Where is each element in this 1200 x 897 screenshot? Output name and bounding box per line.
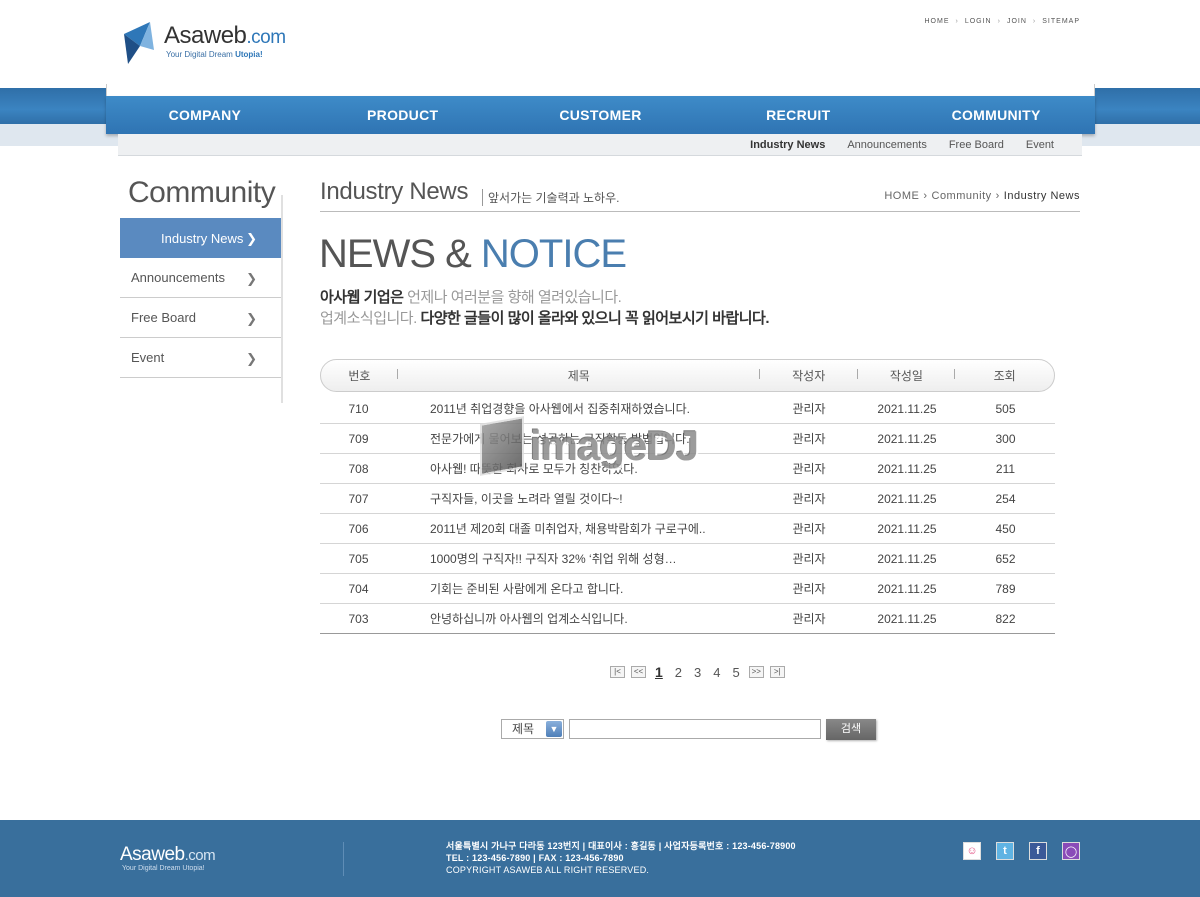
nav-item-company[interactable]: COMPANY (106, 96, 304, 134)
logo-name: Asaweb.com (164, 22, 286, 49)
util-join-link[interactable]: JOIN (1007, 18, 1027, 25)
nav-item-customer[interactable]: CUSTOMER (502, 96, 700, 134)
nav-item-recruit[interactable]: RECRUIT (699, 96, 897, 134)
post-title-link[interactable]: 1000명의 구직자!! 구직자 32% ‘취업 위해 성형… (397, 550, 760, 567)
footer-logo: Asaweb.com (120, 844, 216, 865)
chevron-right-icon: › (995, 190, 1000, 202)
intro-line-1: 아사웹 기업은 언제나 여러분을 향해 열려있습니다. (320, 289, 622, 306)
watermark-cube-icon (480, 416, 524, 476)
column-header-date: 작성일 (858, 367, 956, 384)
subnav-item-announcements[interactable]: Announcements (847, 139, 927, 151)
chevron-right-icon: ❯ (246, 231, 257, 246)
util-home-link[interactable]: HOME (924, 18, 949, 25)
sidebar-item-label: Event (131, 350, 165, 365)
column-header-title: 제목 (398, 367, 760, 384)
sidebar-item-label: Industry News (161, 230, 244, 246)
util-login-link[interactable]: LOGIN (965, 18, 992, 25)
chevron-right-icon: › (923, 190, 928, 202)
chevron-right-icon: ❯ (246, 271, 257, 286)
footer-info: 서울특별시 가나구 다라동 123번지 | 대표이사 : 홍길동 | 사업자등록… (446, 840, 796, 876)
footer-copyright: COPYRIGHT ASAWEB ALL RIGHT RESERVED. (446, 865, 650, 875)
table-row: 704 기회는 준비된 사람에게 온다고 합니다. 관리자 2021.11.25… (320, 574, 1055, 604)
title-divider (320, 211, 1080, 212)
column-header-author: 작성자 (760, 367, 858, 384)
nav-item-product[interactable]: PRODUCT (304, 96, 502, 134)
first-page-button[interactable]: |< (610, 666, 625, 678)
breadcrumb-home[interactable]: HOME (884, 190, 919, 202)
subnav-item-industry-news[interactable]: Industry News (750, 139, 825, 151)
me2day-icon[interactable]: ☺ (963, 842, 981, 860)
twitter-icon[interactable]: t (996, 842, 1014, 860)
facebook-icon[interactable]: f (1029, 842, 1047, 860)
watermark-text: imageDJ (530, 422, 699, 469)
table-header: 번호 제목 작성자 작성일 조회 (320, 359, 1055, 392)
sidebar-item-free-board[interactable]: Free Board ❯ (120, 298, 281, 338)
sidebar-item-event[interactable]: Event ❯ (120, 338, 281, 378)
column-header-no: 번호 (321, 367, 398, 384)
logo-tagline: Your Digital Dream Utopia! (166, 50, 263, 59)
site-logo[interactable]: Asaweb.com Your Digital Dream Utopia! (120, 18, 300, 68)
chevron-right-icon: ❯ (246, 311, 257, 326)
main-nav: COMPANY PRODUCT CUSTOMER RECRUIT COMMUNI… (106, 96, 1095, 134)
nav-item-community[interactable]: COMMUNITY (897, 96, 1095, 134)
post-title-link[interactable]: 2011년 취업경향을 아사웹에서 집중취재하였습니다. (397, 400, 760, 417)
page-number[interactable]: 2 (672, 665, 685, 680)
pagination: |< << 1 2 3 4 5 >> >| (610, 664, 785, 680)
social-links: ☺ t f ◯ (963, 842, 1080, 860)
footer-divider (343, 842, 344, 876)
footer-contact: TEL : 123-456-7890 | FAX : 123-456-7890 (446, 853, 624, 863)
last-page-button[interactable]: >| (769, 666, 785, 678)
post-title-link[interactable]: 구직자들, 이곳을 노려라 열릴 것이다~! (397, 490, 760, 507)
post-title-link[interactable]: 기회는 준비된 사람에게 온다고 합니다. (397, 580, 760, 597)
search-input[interactable] (569, 719, 821, 739)
headline: NEWS & NOTICE (319, 232, 627, 276)
utility-links: HOME › LOGIN › JOIN › SITEMAP (924, 18, 1080, 25)
sidebar-item-announcements[interactable]: Announcements ❯ (120, 258, 281, 298)
subnav-item-free-board[interactable]: Free Board (949, 139, 1004, 151)
post-title-link[interactable]: 안녕하십니까 아사웹의 업계소식입니다. (397, 610, 760, 627)
page-number[interactable]: 3 (691, 665, 704, 680)
chevron-down-icon: ▼ (546, 721, 562, 737)
table-row: 705 1000명의 구직자!! 구직자 32% ‘취업 위해 성형… 관리자 … (320, 544, 1055, 574)
table-row: 706 2011년 제20회 대졸 미취업자, 채용박람회가 구로구에.. 관리… (320, 514, 1055, 544)
post-title-link[interactable]: 2011년 제20회 대졸 미취업자, 채용박람회가 구로구에.. (397, 520, 760, 537)
breadcrumb-current: Industry News (1003, 190, 1080, 202)
column-header-views: 조회 (993, 369, 1016, 383)
footer-address: 서울특별시 가나구 다라동 123번지 | 대표이사 : 홍길동 | 사업자등록… (446, 841, 796, 851)
yozm-icon[interactable]: ◯ (1062, 842, 1080, 860)
sidebar-menu: Industry News ❯ Announcements ❯ Free Boa… (120, 218, 281, 378)
breadcrumb-community[interactable]: Community (932, 190, 992, 202)
subnav-item-event[interactable]: Event (1026, 139, 1054, 151)
sub-nav: Industry News Announcements Free Board E… (118, 134, 1082, 156)
next-page-button[interactable]: >> (748, 666, 764, 678)
sidebar-item-industry-news[interactable]: Industry News ❯ (120, 218, 281, 258)
page-number[interactable]: 4 (710, 665, 723, 680)
sidebar-item-label: Announcements (131, 270, 225, 285)
sidebar-divider (281, 195, 283, 403)
sidebar-title: Community (128, 176, 276, 209)
chevron-right-icon: ❯ (246, 351, 257, 366)
page-number[interactable]: 5 (730, 665, 743, 680)
util-sitemap-link[interactable]: SITEMAP (1042, 18, 1080, 25)
prev-page-button[interactable]: << (631, 666, 646, 678)
footer-tagline: Your Digital Dream Utopia! (122, 865, 205, 872)
footer: Asaweb.com Your Digital Dream Utopia! 서울… (0, 820, 1200, 897)
sidebar-item-label: Free Board (131, 310, 197, 325)
search-field-select[interactable]: 제목 ▼ (501, 719, 564, 739)
logo-mark-icon (124, 22, 154, 64)
table-row: 707 구직자들, 이곳을 노려라 열릴 것이다~! 관리자 2021.11.2… (320, 484, 1055, 514)
watermark: imageDJ (480, 416, 699, 476)
search-button[interactable]: 검색 (826, 719, 876, 740)
page-subtitle: 앞서가는 기술력과 노하우. (482, 189, 619, 206)
page-title: Industry News (320, 178, 469, 205)
page-number-current[interactable]: 1 (652, 664, 666, 680)
breadcrumb: HOME › Community › Industry News (884, 190, 1080, 202)
intro-line-2: 업계소식입니다. 다양한 글들이 많이 올라와 있으니 꼭 읽어보시기 바랍니다… (320, 310, 770, 327)
table-row: 703 안녕하십니까 아사웹의 업계소식입니다. 관리자 2021.11.25 … (320, 604, 1055, 634)
